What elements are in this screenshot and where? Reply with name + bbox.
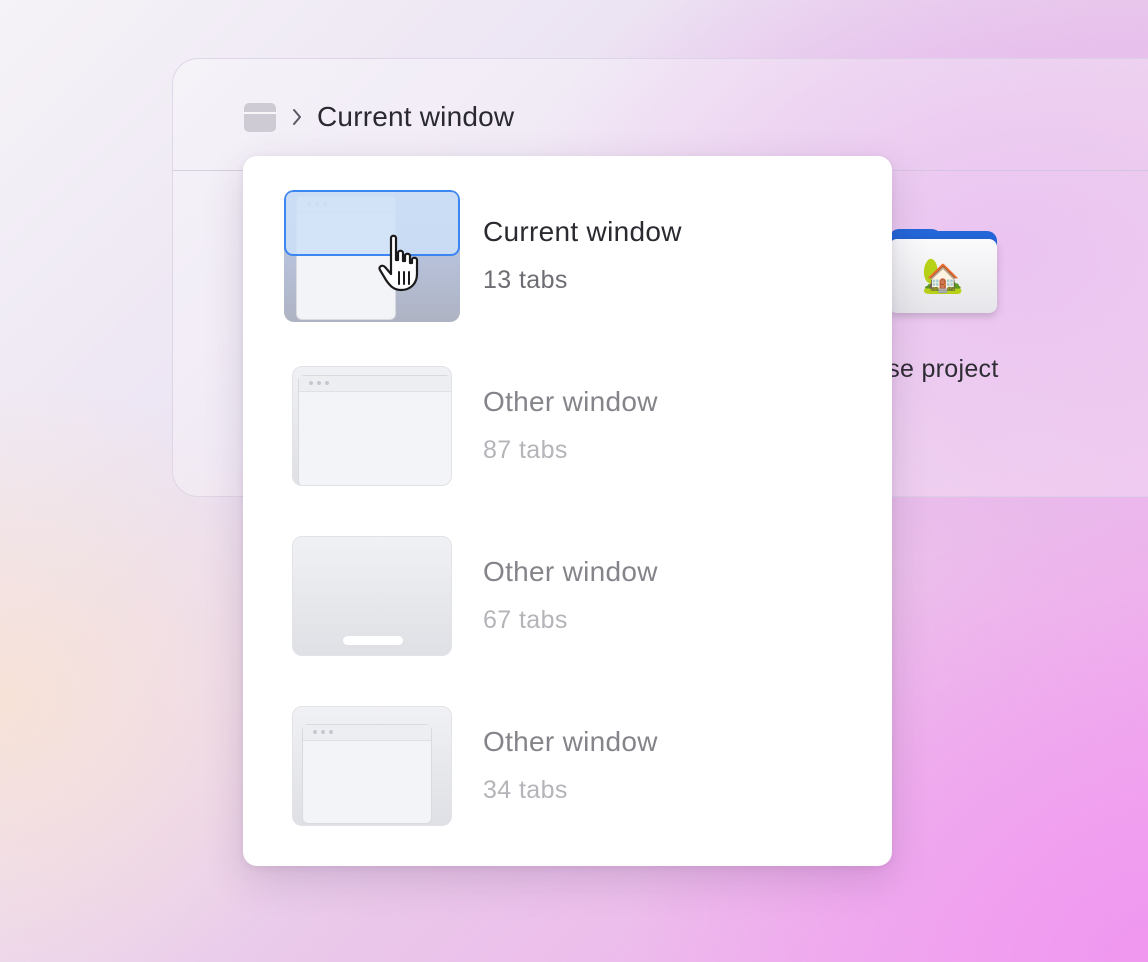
menu-item-other-window[interactable]: Other window 87 tabs xyxy=(243,356,892,496)
item-title: Other window xyxy=(483,386,658,417)
item-title: Other window xyxy=(483,556,658,587)
minimized-bar xyxy=(343,636,403,645)
item-title: Other window xyxy=(483,726,658,757)
breadcrumb-title[interactable]: Current window xyxy=(317,101,514,133)
item-tab-count: 67 tabs xyxy=(483,606,568,634)
window-thumbnail xyxy=(292,366,452,486)
item-tab-count: 34 tabs xyxy=(483,776,568,804)
window-preview-bar xyxy=(299,376,451,392)
item-tab-count: 13 tabs xyxy=(483,266,568,294)
window-thumbnail xyxy=(292,536,452,656)
window-preview xyxy=(298,375,451,485)
chevron-right-icon xyxy=(293,109,301,125)
item-title: Current window xyxy=(483,216,682,247)
hand-cursor-icon xyxy=(378,234,419,292)
item-tab-count: 87 tabs xyxy=(483,436,568,464)
menu-item-current-window[interactable]: Current window 13 tabs xyxy=(243,186,892,326)
breadcrumb[interactable]: Current window xyxy=(244,101,514,133)
window-picker-menu: Current window 13 tabs Other window 87 t… xyxy=(243,156,892,866)
window-preview-bar xyxy=(303,725,431,741)
menu-item-other-window[interactable]: Other window 34 tabs xyxy=(243,696,892,836)
selection-highlight xyxy=(284,190,460,256)
window-preview xyxy=(302,724,432,824)
panel-header: Current window xyxy=(173,59,1148,171)
window-icon xyxy=(244,102,276,132)
window-thumbnail xyxy=(284,190,460,322)
window-thumbnail xyxy=(292,706,452,826)
house-icon: 🏡 xyxy=(889,239,997,313)
menu-item-other-window[interactable]: Other window 67 tabs xyxy=(243,526,892,666)
house-folder-icon[interactable]: 🏡 xyxy=(889,229,999,315)
